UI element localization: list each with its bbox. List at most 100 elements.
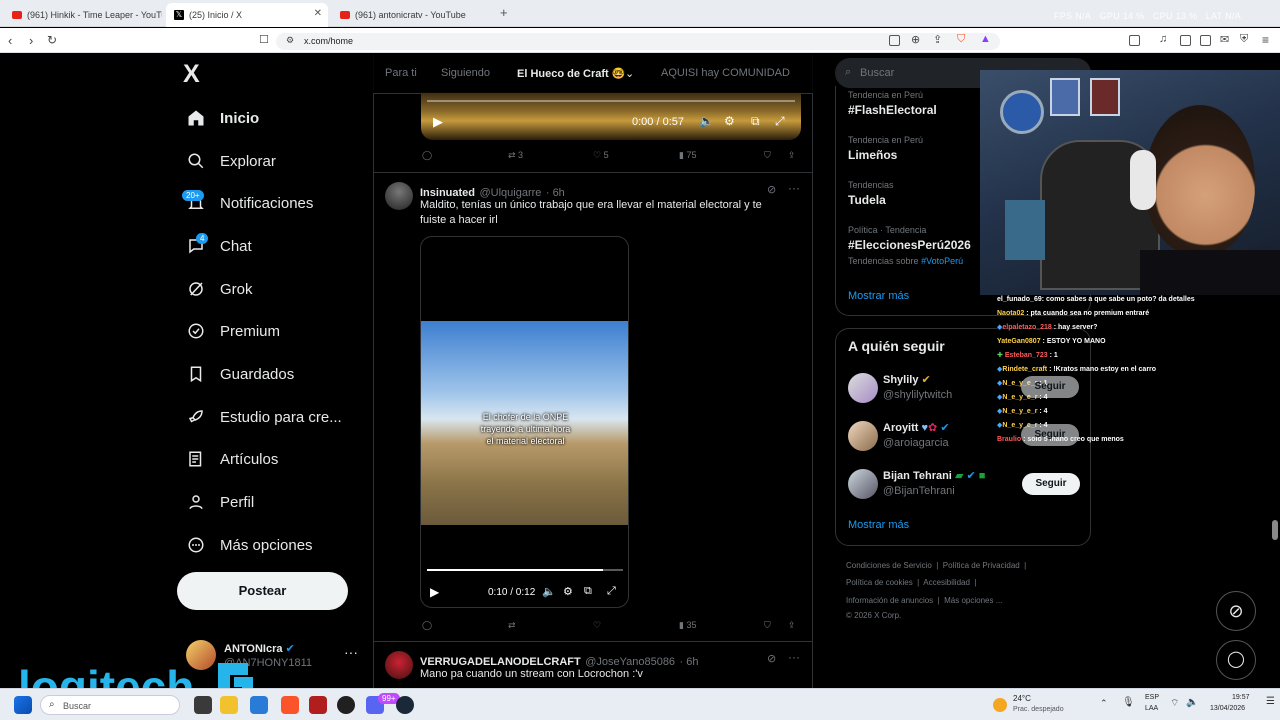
like-icon[interactable]: ♡ 5 — [593, 150, 609, 161]
brave-rewards-icon[interactable]: ▲ — [980, 33, 991, 45]
new-tab-button[interactable]: + — [500, 5, 508, 20]
close-tab-icon[interactable]: ✕ — [314, 8, 322, 19]
retweet-icon[interactable]: ⇄ 3 — [508, 150, 523, 161]
account-more-icon[interactable]: ··· — [344, 644, 358, 660]
chat-floating-button[interactable]: ◯ — [1216, 640, 1256, 680]
share-icon[interactable]: ⇪ — [933, 33, 942, 46]
volume-icon[interactable]: 🔈 — [699, 114, 714, 128]
settings-icon[interactable]: ⚙ — [563, 585, 573, 598]
bookmark-tweet-icon[interactable]: ⛉ — [764, 150, 771, 161]
music-icon[interactable]: ♫ — [1159, 33, 1167, 45]
reload-icon[interactable]: ↻ — [47, 33, 57, 47]
bookmark-tweet-icon[interactable]: ⛉ — [764, 620, 771, 631]
zoom-icon[interactable]: ⊕ — [911, 33, 920, 46]
grok-floating-button[interactable]: ⊘ — [1216, 591, 1256, 631]
footer-link[interactable]: Información de anuncios — [846, 596, 933, 605]
play-icon[interactable]: ▶ — [430, 585, 439, 599]
footer-link[interactable]: Política de cookies — [846, 578, 913, 587]
mic-icon[interactable]: 🎙 — [1122, 697, 1135, 708]
sidebar-toggle-icon[interactable] — [1129, 35, 1140, 46]
video-player-1[interactable]: ▶ 0:00 / 0:57 🔈 ⚙ ⧉ ⤢ — [421, 92, 801, 140]
views-icon[interactable]: ▮ 35 — [679, 620, 696, 631]
settings-icon[interactable]: ⚙ — [724, 114, 735, 128]
tab-following[interactable]: Siguiendo — [441, 67, 490, 79]
grok-explain-icon[interactable]: ⊘ — [767, 183, 776, 196]
forward-icon[interactable]: › — [29, 33, 33, 48]
brave-shield-icon[interactable]: ⛉ — [957, 33, 965, 46]
language-code[interactable]: ESP — [1145, 694, 1159, 701]
pip-icon[interactable]: ⧉ — [584, 585, 592, 598]
play-icon[interactable]: ▶ — [433, 114, 443, 130]
retweet-icon[interactable]: ⇄ — [508, 620, 516, 631]
chevron-down-icon[interactable]: ⌄ — [625, 67, 634, 80]
tweet-more-icon[interactable]: ··· — [788, 650, 800, 664]
like-icon[interactable]: ♡ — [593, 620, 601, 631]
fullscreen-icon[interactable]: ⤢ — [607, 585, 616, 598]
grok-explain-icon[interactable]: ⊘ — [767, 652, 776, 665]
puzzle-icon[interactable]: ✉ — [1220, 33, 1229, 46]
back-icon[interactable]: ‹ — [8, 33, 12, 48]
task-view-icon[interactable] — [194, 696, 212, 714]
footer-link[interactable]: Política de Privacidad — [943, 561, 1020, 570]
video-progress-track[interactable] — [427, 569, 623, 571]
show-more-follow[interactable]: Mostrar más — [848, 519, 909, 531]
brave-icon[interactable] — [281, 696, 299, 714]
steam-icon[interactable] — [396, 696, 414, 714]
trend-link[interactable]: #VotoPerú — [921, 256, 963, 266]
obs-icon[interactable] — [337, 696, 355, 714]
scrollbar-thumb[interactable] — [1272, 520, 1278, 540]
cast-icon[interactable] — [889, 35, 900, 46]
nav-bookmarks[interactable]: Guardados — [186, 359, 294, 389]
taskbar-search[interactable]: ⌕ Buscar — [40, 695, 180, 715]
tab-community-hueco[interactable]: El Hueco de Craft 🤓 — [517, 67, 625, 80]
bookmark-page-icon[interactable]: ☐ — [259, 33, 269, 46]
reply-icon[interactable]: ◯ — [422, 150, 432, 161]
nav-home[interactable]: Inicio — [186, 103, 259, 133]
menu-icon[interactable]: ≡ — [1262, 33, 1269, 47]
x-logo[interactable]: X — [183, 60, 200, 89]
wifi-icon[interactable]: ⌔ — [1170, 697, 1179, 710]
weather-temp[interactable]: 24°C — [1013, 694, 1031, 703]
clock-date[interactable]: 13/04/2026 — [1210, 705, 1245, 712]
volume-icon[interactable]: 🔈 — [542, 585, 556, 598]
windows-start-icon[interactable] — [14, 696, 32, 714]
tweet-time[interactable]: · 6h — [680, 656, 699, 668]
chevron-up-icon[interactable]: ⌃ — [1100, 698, 1108, 709]
pip-icon[interactable]: ⧉ — [751, 114, 760, 129]
footer-link[interactable]: Accesibilidad — [923, 578, 970, 587]
share-tweet-icon[interactable]: ⇪ — [788, 150, 796, 161]
vpn-icon[interactable]: ⛨ — [1240, 33, 1248, 46]
nav-explore[interactable]: Explorar — [186, 146, 276, 176]
extension-icon[interactable] — [1200, 35, 1211, 46]
volume-icon[interactable]: 🔈 — [1186, 697, 1198, 708]
avatar[interactable] — [385, 651, 413, 679]
post-button[interactable]: Postear — [177, 572, 348, 610]
app-icon[interactable] — [309, 696, 327, 714]
tweet-more-icon[interactable]: ··· — [788, 181, 800, 195]
trend-item[interactable]: Tendencias Tudela — [848, 180, 894, 207]
clock-time[interactable]: 19:57 — [1232, 694, 1250, 701]
nav-profile[interactable]: Perfil — [186, 487, 254, 517]
notification-center-icon[interactable]: ☰ — [1266, 696, 1275, 707]
nav-grok[interactable]: Grok — [186, 274, 253, 304]
nav-creator-studio[interactable]: Estudio para cre... — [186, 402, 342, 432]
follow-button[interactable]: Seguir — [1021, 424, 1079, 446]
file-explorer-icon[interactable] — [220, 696, 238, 714]
trend-item[interactable]: Política · Tendencia #EleccionesPerú2026… — [848, 225, 971, 266]
views-icon[interactable]: ▮ 75 — [679, 150, 696, 161]
tab-youtube-1[interactable]: (961) Hinkik - Time Leaper - YouTube — [4, 3, 162, 27]
nav-more[interactable]: Más opciones — [186, 530, 313, 560]
nav-notifications[interactable]: Notificaciones — [186, 188, 313, 218]
avatar[interactable] — [385, 182, 413, 210]
footer-link[interactable]: Más opciones ... — [944, 596, 1002, 605]
site-info-icon[interactable]: ⚙ — [286, 35, 294, 46]
video-progress-track[interactable] — [427, 100, 795, 102]
show-more-trends[interactable]: Mostrar más — [848, 290, 909, 302]
tab-youtube-2[interactable]: (961) antonicratv - YouTube — [332, 3, 492, 27]
reply-icon[interactable]: ◯ — [422, 620, 432, 631]
nav-articles[interactable]: Artículos — [186, 444, 278, 474]
trend-item[interactable]: Tendencia en Perú #FlashElectoral — [848, 90, 937, 117]
tab-x-home[interactable]: 𝕏 (25) Inicio / X ✕ — [166, 3, 328, 27]
language-layout[interactable]: LAA — [1145, 705, 1158, 712]
store-icon[interactable] — [250, 696, 268, 714]
